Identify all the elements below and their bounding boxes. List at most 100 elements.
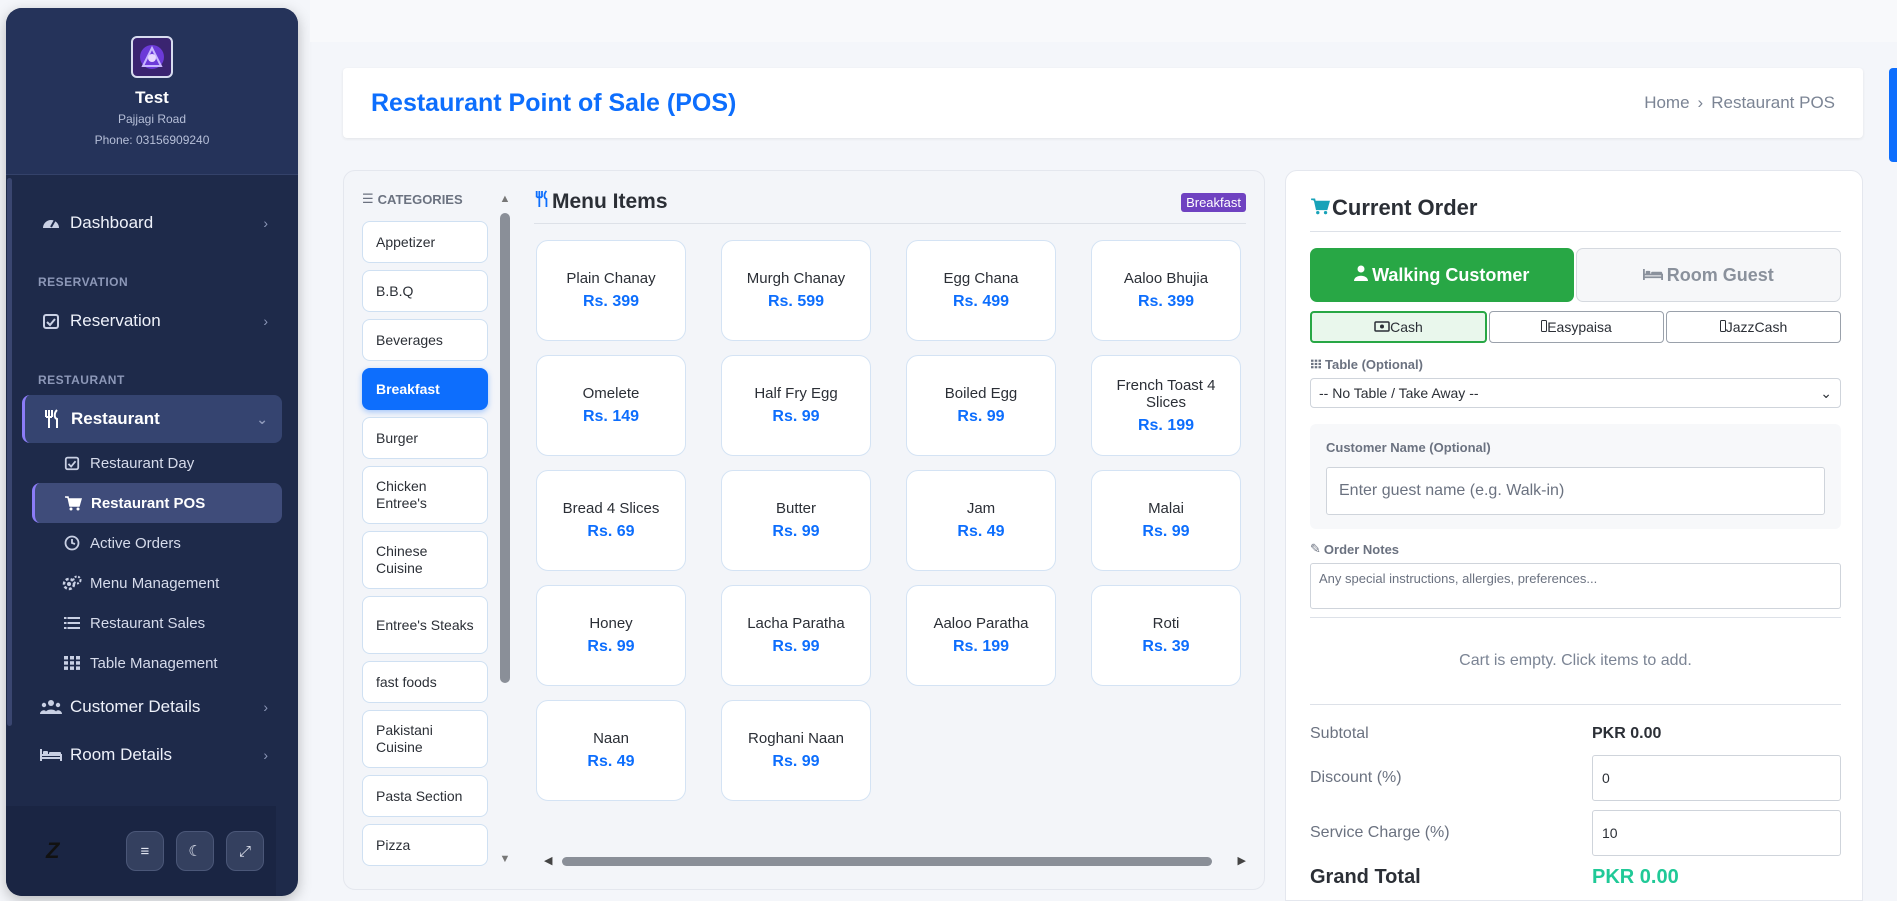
menu-items-grid: Plain Chanay Rs. 399 Murgh Chanay Rs. 599 … <box>536 240 1246 801</box>
menu-items-horizontal-scrollbar[interactable]: ◀ ▶ <box>540 854 1250 868</box>
category-button[interactable]: Entree's Steaks <box>362 596 488 654</box>
menu-item-price: Rs. 39 <box>1142 638 1190 655</box>
list-icon: ☰ <box>362 191 374 206</box>
category-button[interactable]: B.B.Q <box>362 270 488 312</box>
scroll-down-icon[interactable]: ▼ <box>499 853 511 865</box>
order-panel: Current Order Walking Customer Room Gues… <box>1285 170 1863 901</box>
menu-items-header: Menu Items Breakfast <box>534 189 1246 224</box>
category-button[interactable]: Pizza <box>362 824 488 866</box>
discount-label: Discount (%) <box>1310 769 1402 786</box>
menu-item-card[interactable]: Naan Rs. 49 <box>536 700 686 801</box>
scroll-up-icon[interactable]: ▲ <box>499 193 511 205</box>
sidebar-subitem-restaurant-sales[interactable]: Restaurant Sales <box>6 603 298 643</box>
payment-cash-button[interactable]: Cash <box>1310 311 1487 343</box>
menu-item-card[interactable]: Murgh Chanay Rs. 599 <box>721 240 871 341</box>
customer-name-input[interactable]: Enter guest name (e.g. Walk-in) <box>1326 467 1825 515</box>
sidebar-subitem-restaurant-day[interactable]: Restaurant Day <box>6 443 298 483</box>
payment-jazzcash-label: JazzCash <box>1725 319 1788 335</box>
discount-input[interactable]: 0 <box>1592 755 1841 801</box>
breadcrumb-home-link[interactable]: Home <box>1644 93 1689 113</box>
sidebar-subitem-menu-management[interactable]: Menu Management <box>6 563 298 603</box>
menu-item-card[interactable]: French Toast 4 Slices Rs. 199 <box>1091 355 1241 456</box>
sidebar-item-customer-details[interactable]: Customer Details › <box>6 683 298 731</box>
menu-item-card[interactable]: Jam Rs. 49 <box>906 470 1056 571</box>
subtotal-row: Subtotal PKR 0.00 <box>1310 717 1841 751</box>
category-button[interactable]: fast foods <box>362 661 488 703</box>
sidebar-subitem-restaurant-pos[interactable]: Restaurant POS <box>32 483 282 523</box>
sidebar-subitem-active-orders[interactable]: Active Orders <box>6 523 298 563</box>
sidebar-item-dashboard[interactable]: Dashboard › <box>6 199 298 247</box>
sidebar-item-restaurant[interactable]: Restaurant ⌄ <box>22 395 282 443</box>
payment-jazzcash-button[interactable]: JazzCash <box>1666 311 1841 343</box>
table-select[interactable]: -- No Table / Take Away -- ⌄ <box>1310 378 1841 408</box>
menu-item-card[interactable]: Aaloo Bhujia Rs. 399 <box>1091 240 1241 341</box>
sidebar-brand: Test Pajjagi Road Phone: 03156909240 <box>6 8 298 175</box>
divider <box>1310 704 1841 705</box>
menu-item-card[interactable]: Aaloo Paratha Rs. 199 <box>906 585 1056 686</box>
room-guest-button[interactable]: Room Guest <box>1575 248 1841 302</box>
category-button-selected[interactable]: Breakfast <box>362 368 488 410</box>
category-button[interactable]: Pakistani Cuisine <box>362 710 488 768</box>
menu-item-name: Butter <box>775 500 817 517</box>
order-notes-label-text: Order Notes <box>1323 541 1400 557</box>
fullscreen-button[interactable]: ⤢ <box>225 831 265 871</box>
sidebar-scrollbar[interactable] <box>7 178 12 726</box>
sidebar-item-reservation[interactable]: Reservation › <box>6 297 298 345</box>
menu-item-card[interactable]: Bread 4 Slices Rs. 69 <box>536 470 686 571</box>
category-button[interactable]: Chicken Entree's <box>362 466 488 524</box>
menu-item-card[interactable]: Boiled Egg Rs. 99 <box>906 355 1056 456</box>
sidebar-subitem-table-management[interactable]: Table Management <box>6 643 298 683</box>
menu-item-card[interactable]: Malai Rs. 99 <box>1091 470 1241 571</box>
menu-toggle-button[interactable]: ≡ <box>125 831 164 871</box>
menu-item-name: Plain Chanay <box>566 270 656 287</box>
menu-item-name: Aaloo Paratha <box>933 615 1029 632</box>
categories-heading: ☰ CATEGORIES <box>362 191 492 207</box>
scroll-left-icon[interactable]: ◀ <box>544 854 552 867</box>
service-charge-label: Service Charge (%) <box>1310 824 1450 841</box>
menu-item-name: Malai <box>1148 500 1184 517</box>
category-button[interactable]: Burger <box>362 417 488 459</box>
category-button[interactable]: Chinese Cuisine <box>362 531 488 589</box>
business-phone: Phone: 03156909240 <box>94 133 210 147</box>
users-icon <box>40 696 62 718</box>
menu-item-card[interactable]: Half Fry Egg Rs. 99 <box>721 355 871 456</box>
menu-item-card[interactable]: Roghani Naan Rs. 99 <box>721 700 871 801</box>
menu-item-price: Rs. 99 <box>957 408 1005 425</box>
menu-item-card[interactable]: Honey Rs. 99 <box>536 585 686 686</box>
order-notes-input[interactable]: Any special instructions, allergies, pre… <box>1310 563 1841 609</box>
menu-item-card[interactable]: Butter Rs. 99 <box>721 470 871 571</box>
scroll-thumb[interactable] <box>500 213 510 683</box>
category-button[interactable]: Pasta Section <box>362 775 488 817</box>
dark-mode-button[interactable]: ☾ <box>175 831 214 871</box>
categories-scrollbar[interactable]: ▲ ▼ <box>499 193 511 865</box>
menu-item-card[interactable]: Egg Chana Rs. 499 <box>906 240 1056 341</box>
menu-item-price: Rs. 499 <box>952 293 1010 310</box>
menu-item-card[interactable]: Roti Rs. 39 <box>1091 585 1241 686</box>
discount-row: Discount (%) 0 <box>1310 751 1841 805</box>
payment-easypaisa-button[interactable]: Easypaisa <box>1489 311 1664 343</box>
payment-easypaisa-label: Easypaisa <box>1547 319 1612 335</box>
menu-item-card[interactable]: Lacha Paratha Rs. 99 <box>721 585 871 686</box>
room-guest-label: Room Guest <box>1666 264 1774 285</box>
table-label: Table (Optional) <box>1310 357 1841 372</box>
scroll-thumb[interactable] <box>562 857 1212 866</box>
sidebar: Test Pajjagi Road Phone: 03156909240 Das… <box>6 8 298 896</box>
service-charge-input[interactable]: 10 <box>1592 810 1841 856</box>
chevron-down-icon: ⌄ <box>256 410 268 427</box>
menu-item-card[interactable]: Omelete Rs. 149 <box>536 355 686 456</box>
order-title: Current Order <box>1310 195 1841 232</box>
sidebar-item-room-details[interactable]: Room Details › <box>6 731 298 779</box>
categories-column: ☰ CATEGORIES Appetizer B.B.Q Beverages B… <box>362 191 492 873</box>
menu-item-price: Rs. 69 <box>587 523 635 540</box>
category-button[interactable]: Beverages <box>362 319 488 361</box>
menu-items-title-label: Menu Items <box>552 190 668 213</box>
payment-method-toggle: Cash Easypaisa JazzCash <box>1310 311 1841 343</box>
breadcrumb-separator-icon: › <box>1697 93 1704 112</box>
menu-item-card[interactable]: Plain Chanay Rs. 399 <box>536 240 686 341</box>
scroll-right-icon[interactable]: ▶ <box>1238 854 1246 867</box>
walking-customer-button[interactable]: Walking Customer <box>1310 248 1574 302</box>
category-button[interactable]: Appetizer <box>362 221 488 263</box>
menu-item-name: French Toast 4 Slices <box>1116 376 1216 411</box>
sidebar-subitem-label: Restaurant POS <box>91 494 206 512</box>
walking-customer-label: Walking Customer <box>1372 264 1530 285</box>
